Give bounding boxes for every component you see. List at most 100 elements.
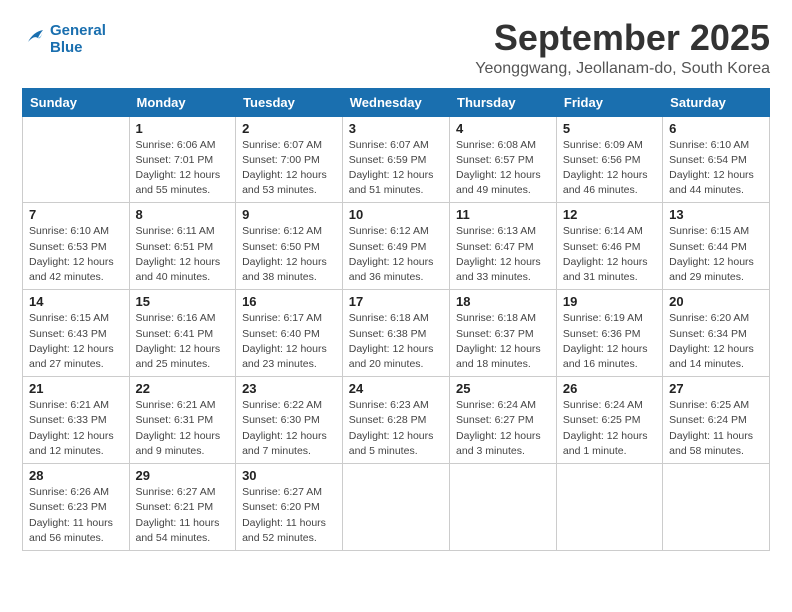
day-detail: Sunrise: 6:23 AMSunset: 6:28 PMDaylight:…	[349, 398, 443, 459]
day-detail: Sunrise: 6:24 AMSunset: 6:27 PMDaylight:…	[456, 398, 550, 459]
day-detail: Sunrise: 6:12 AMSunset: 6:50 PMDaylight:…	[242, 224, 336, 285]
day-number: 20	[669, 294, 763, 309]
calendar-cell: 19 Sunrise: 6:19 AMSunset: 6:36 PMDayligh…	[556, 290, 662, 377]
day-number: 27	[669, 381, 763, 396]
day-number: 9	[242, 207, 336, 222]
day-detail: Sunrise: 6:21 AMSunset: 6:31 PMDaylight:…	[136, 398, 230, 459]
calendar-cell: 29 Sunrise: 6:27 AMSunset: 6:21 PMDayligh…	[129, 464, 236, 551]
col-header-tuesday: Tuesday	[236, 88, 343, 116]
day-detail: Sunrise: 6:15 AMSunset: 6:44 PMDaylight:…	[669, 224, 763, 285]
subtitle: Yeonggwang, Jeollanam-do, South Korea	[475, 60, 770, 78]
day-number: 11	[456, 207, 550, 222]
day-number: 6	[669, 121, 763, 136]
day-detail: Sunrise: 6:20 AMSunset: 6:34 PMDaylight:…	[669, 311, 763, 372]
day-detail: Sunrise: 6:11 AMSunset: 6:51 PMDaylight:…	[136, 224, 230, 285]
calendar-cell: 16 Sunrise: 6:17 AMSunset: 6:40 PMDayligh…	[236, 290, 343, 377]
calendar-cell	[450, 464, 557, 551]
calendar-cell: 10 Sunrise: 6:12 AMSunset: 6:49 PMDayligh…	[342, 203, 449, 290]
calendar-cell	[23, 116, 130, 203]
day-detail: Sunrise: 6:18 AMSunset: 6:37 PMDaylight:…	[456, 311, 550, 372]
calendar-cell: 23 Sunrise: 6:22 AMSunset: 6:30 PMDayligh…	[236, 377, 343, 464]
day-detail: Sunrise: 6:13 AMSunset: 6:47 PMDaylight:…	[456, 224, 550, 285]
day-detail: Sunrise: 6:12 AMSunset: 6:49 PMDaylight:…	[349, 224, 443, 285]
day-number: 24	[349, 381, 443, 396]
day-detail: Sunrise: 6:24 AMSunset: 6:25 PMDaylight:…	[563, 398, 656, 459]
day-detail: Sunrise: 6:22 AMSunset: 6:30 PMDaylight:…	[242, 398, 336, 459]
day-number: 7	[29, 207, 123, 222]
day-detail: Sunrise: 6:21 AMSunset: 6:33 PMDaylight:…	[29, 398, 123, 459]
month-title: September 2025	[475, 18, 770, 58]
calendar-cell: 27 Sunrise: 6:25 AMSunset: 6:24 PMDayligh…	[663, 377, 770, 464]
day-number: 13	[669, 207, 763, 222]
calendar-cell: 9 Sunrise: 6:12 AMSunset: 6:50 PMDaylight…	[236, 203, 343, 290]
calendar-cell: 5 Sunrise: 6:09 AMSunset: 6:56 PMDaylight…	[556, 116, 662, 203]
day-number: 8	[136, 207, 230, 222]
day-number: 16	[242, 294, 336, 309]
calendar-cell	[556, 464, 662, 551]
col-header-saturday: Saturday	[663, 88, 770, 116]
calendar-cell: 3 Sunrise: 6:07 AMSunset: 6:59 PMDaylight…	[342, 116, 449, 203]
calendar-cell: 26 Sunrise: 6:24 AMSunset: 6:25 PMDayligh…	[556, 377, 662, 464]
col-header-friday: Friday	[556, 88, 662, 116]
day-detail: Sunrise: 6:07 AMSunset: 6:59 PMDaylight:…	[349, 138, 443, 199]
calendar-cell: 18 Sunrise: 6:18 AMSunset: 6:37 PMDayligh…	[450, 290, 557, 377]
day-detail: Sunrise: 6:08 AMSunset: 6:57 PMDaylight:…	[456, 138, 550, 199]
day-detail: Sunrise: 6:10 AMSunset: 6:53 PMDaylight:…	[29, 224, 123, 285]
day-number: 28	[29, 468, 123, 483]
col-header-sunday: Sunday	[23, 88, 130, 116]
calendar-cell: 11 Sunrise: 6:13 AMSunset: 6:47 PMDayligh…	[450, 203, 557, 290]
day-number: 17	[349, 294, 443, 309]
calendar-cell: 17Sunrise: 6:18 AMSunset: 6:38 PMDayligh…	[342, 290, 449, 377]
day-number: 18	[456, 294, 550, 309]
calendar-cell: 8 Sunrise: 6:11 AMSunset: 6:51 PMDaylight…	[129, 203, 236, 290]
day-detail: Sunrise: 6:16 AMSunset: 6:41 PMDaylight:…	[136, 311, 230, 372]
calendar-cell: 6 Sunrise: 6:10 AMSunset: 6:54 PMDaylight…	[663, 116, 770, 203]
calendar-cell: 21 Sunrise: 6:21 AMSunset: 6:33 PMDayligh…	[23, 377, 130, 464]
day-number: 12	[563, 207, 656, 222]
calendar: SundayMondayTuesdayWednesdayThursdayFrid…	[22, 88, 770, 551]
day-detail: Sunrise: 6:17 AMSunset: 6:40 PMDaylight:…	[242, 311, 336, 372]
calendar-cell	[342, 464, 449, 551]
day-number: 3	[349, 121, 443, 136]
calendar-cell: 22 Sunrise: 6:21 AMSunset: 6:31 PMDayligh…	[129, 377, 236, 464]
day-detail: Sunrise: 6:09 AMSunset: 6:56 PMDaylight:…	[563, 138, 656, 199]
day-number: 5	[563, 121, 656, 136]
day-detail: Sunrise: 6:10 AMSunset: 6:54 PMDaylight:…	[669, 138, 763, 199]
day-detail: Sunrise: 6:19 AMSunset: 6:36 PMDaylight:…	[563, 311, 656, 372]
calendar-cell: 15 Sunrise: 6:16 AMSunset: 6:41 PMDayligh…	[129, 290, 236, 377]
col-header-monday: Monday	[129, 88, 236, 116]
calendar-cell: 4 Sunrise: 6:08 AMSunset: 6:57 PMDaylight…	[450, 116, 557, 203]
calendar-cell: 2 Sunrise: 6:07 AMSunset: 7:00 PMDaylight…	[236, 116, 343, 203]
calendar-cell: 14Sunrise: 6:15 AMSunset: 6:43 PMDayligh…	[23, 290, 130, 377]
day-detail: Sunrise: 6:25 AMSunset: 6:24 PMDaylight:…	[669, 398, 763, 459]
day-number: 10	[349, 207, 443, 222]
day-number: 22	[136, 381, 230, 396]
day-number: 4	[456, 121, 550, 136]
day-detail: Sunrise: 6:27 AMSunset: 6:20 PMDaylight:…	[242, 485, 336, 546]
day-detail: Sunrise: 6:27 AMSunset: 6:21 PMDaylight:…	[136, 485, 230, 546]
day-number: 14	[29, 294, 123, 309]
calendar-cell: 25 Sunrise: 6:24 AMSunset: 6:27 PMDayligh…	[450, 377, 557, 464]
calendar-cell: 24 Sunrise: 6:23 AMSunset: 6:28 PMDayligh…	[342, 377, 449, 464]
day-number: 21	[29, 381, 123, 396]
calendar-cell: 1Sunrise: 6:06 AMSunset: 7:01 PMDaylight…	[129, 116, 236, 203]
day-number: 26	[563, 381, 656, 396]
calendar-cell: 28 Sunrise: 6:26 AMSunset: 6:23 PMDayligh…	[23, 464, 130, 551]
day-number: 15	[136, 294, 230, 309]
day-number: 23	[242, 381, 336, 396]
day-number: 1	[136, 121, 230, 136]
col-header-thursday: Thursday	[450, 88, 557, 116]
day-number: 2	[242, 121, 336, 136]
calendar-cell: 13 Sunrise: 6:15 AMSunset: 6:44 PMDayligh…	[663, 203, 770, 290]
logo-line2: Blue	[50, 39, 106, 56]
calendar-cell: 12 Sunrise: 6:14 AMSunset: 6:46 PMDayligh…	[556, 203, 662, 290]
day-number: 19	[563, 294, 656, 309]
day-number: 29	[136, 468, 230, 483]
day-detail: Sunrise: 6:14 AMSunset: 6:46 PMDaylight:…	[563, 224, 656, 285]
calendar-cell: 20 Sunrise: 6:20 AMSunset: 6:34 PMDayligh…	[663, 290, 770, 377]
col-header-wednesday: Wednesday	[342, 88, 449, 116]
day-detail: Sunrise: 6:07 AMSunset: 7:00 PMDaylight:…	[242, 138, 336, 199]
day-number: 25	[456, 381, 550, 396]
day-number: 30	[242, 468, 336, 483]
day-detail: Sunrise: 6:26 AMSunset: 6:23 PMDaylight:…	[29, 485, 123, 546]
